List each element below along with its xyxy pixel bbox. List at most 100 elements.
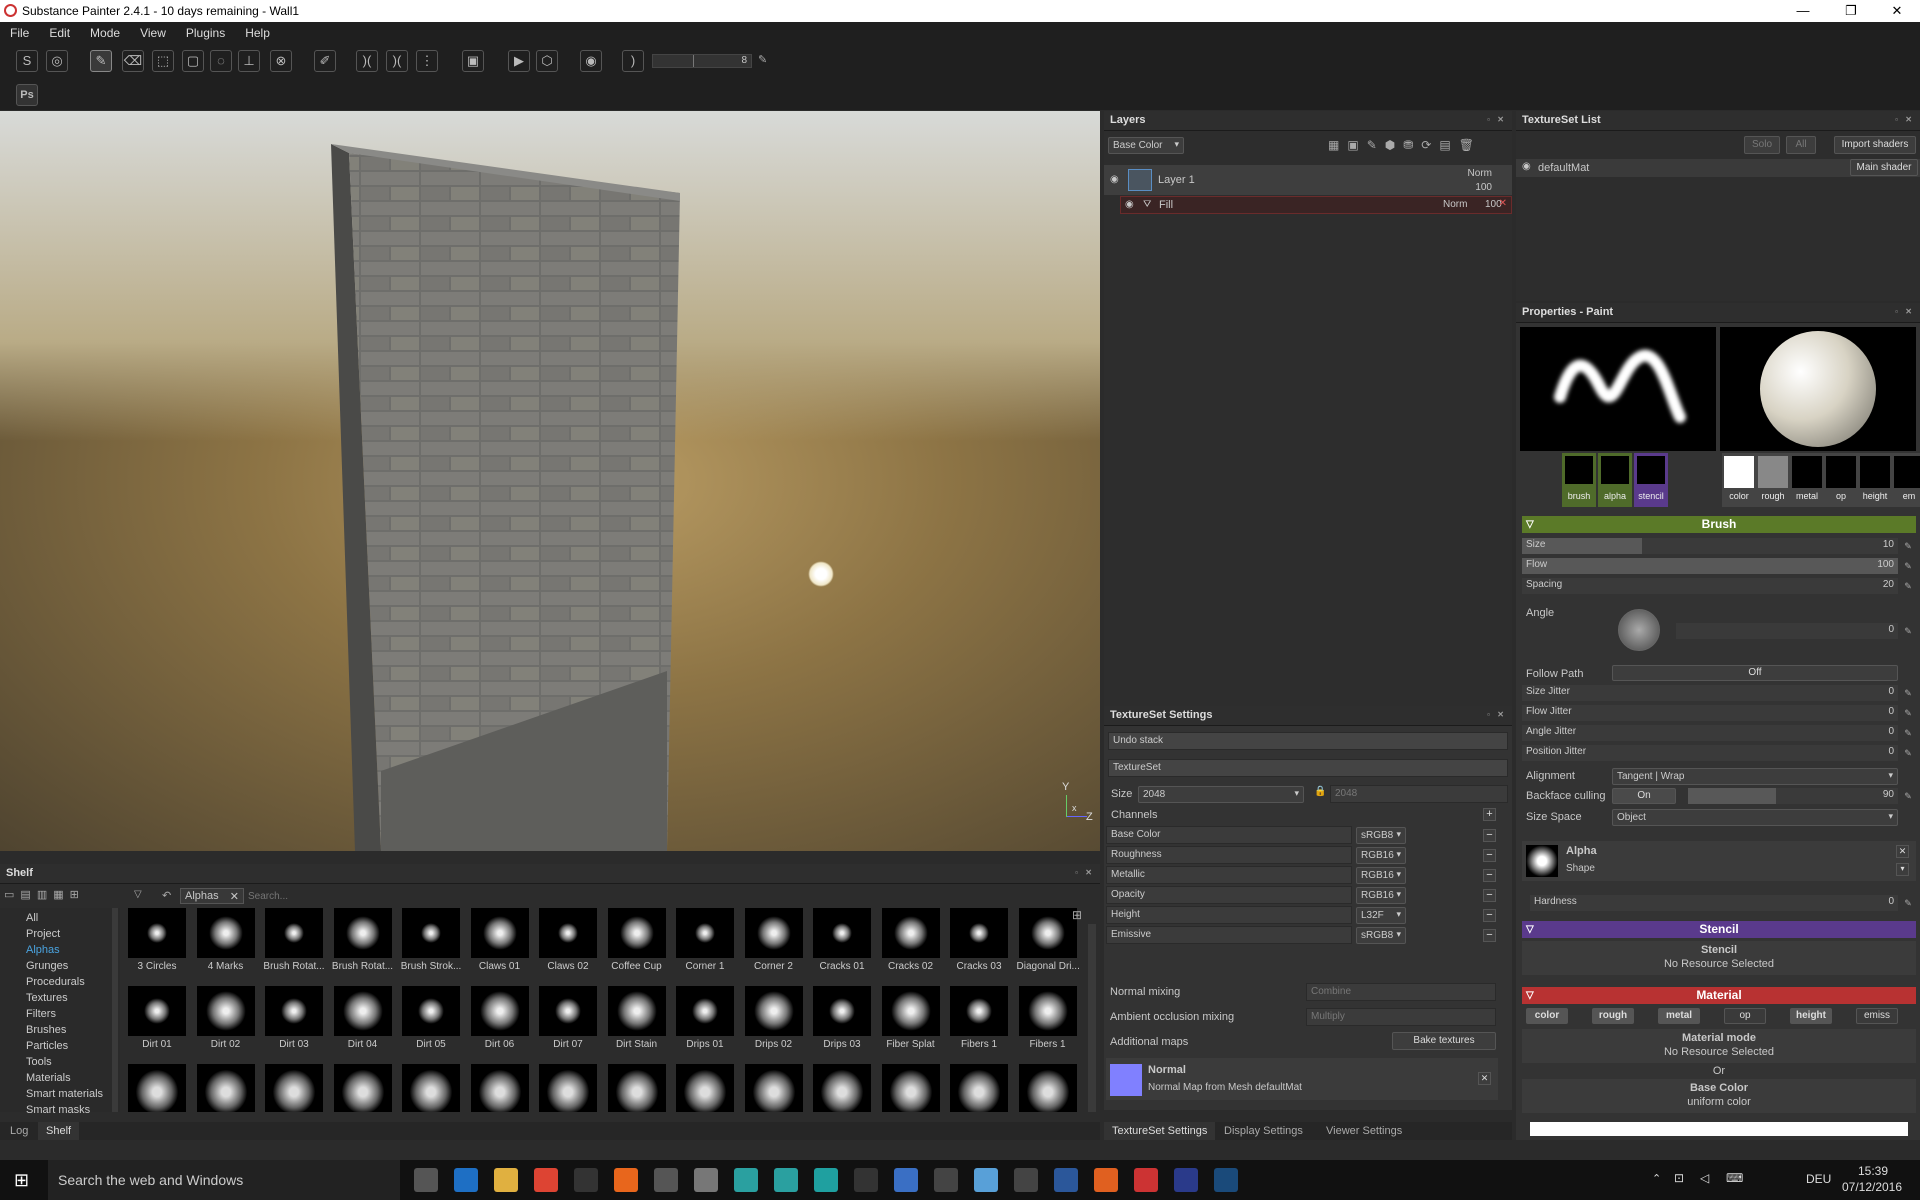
layer-blend[interactable]: Norm [1468,168,1492,179]
add-mask-icon[interactable]: ▦ [1328,138,1347,152]
firefox-icon[interactable] [614,1168,638,1192]
bake-textures-button[interactable]: Bake textures [1392,1032,1496,1050]
flow-pen-icon[interactable]: ✎ [1902,560,1914,572]
photoshop-icon[interactable] [1174,1168,1198,1192]
size-pen-icon[interactable]: ✎ [1902,540,1914,552]
color-picker-icon[interactable]: ✐ [314,50,336,72]
houdini-icon[interactable] [1094,1168,1118,1192]
float-icon[interactable]: ▫ [1895,307,1898,316]
shelf-item[interactable]: Corner 1 [674,908,736,972]
channel-format-dropdown[interactable]: RGB16 [1356,887,1406,904]
category-scrollbar[interactable] [112,908,118,1112]
alpha-options-icon[interactable]: ▾ [1896,863,1909,876]
xnview-icon[interactable] [894,1168,918,1192]
video-icon[interactable]: ▶ [508,50,530,72]
shelf-item[interactable]: 3 Circles [126,908,188,972]
category-particles[interactable]: Particles [26,1040,68,1052]
shelf-item[interactable]: Brush Strok... [400,908,462,972]
eraser-icon[interactable]: ⌫ [122,50,144,72]
tile-color[interactable]: color [1722,453,1756,507]
epic-icon[interactable] [934,1168,958,1192]
new-folder-icon[interactable]: ▤ [20,889,36,901]
category-grunges[interactable]: Grunges [26,960,68,972]
tray-speaker-icon[interactable]: ◁ [1700,1171,1709,1185]
chrome-icon[interactable] [534,1168,558,1192]
shader-button[interactable]: Main shader [1850,159,1918,176]
fill-layer-icon[interactable]: ⬢ [1385,138,1403,152]
clone-icon[interactable]: ⊥ [238,50,260,72]
textureset-visibility-icon[interactable]: ◉ [1522,161,1531,172]
instance-icon[interactable]: ⟳ [1421,138,1439,152]
tile-metal[interactable]: metal [1790,453,1824,507]
shelf-item[interactable]: Corner 2 [743,908,805,972]
shelf-item[interactable]: Dirt 02 [195,986,257,1050]
angle-slider[interactable]: 0 [1676,623,1898,639]
app7-icon[interactable] [654,1168,678,1192]
add-icon[interactable]: ⊞ [70,889,85,901]
shelf-item[interactable] [1017,1064,1079,1112]
shelf-item[interactable] [811,1064,873,1112]
material-chip-color[interactable]: color [1526,1008,1568,1024]
max-icon[interactable] [774,1168,798,1192]
brush-section-header[interactable]: ▽ Brush [1522,516,1916,533]
shelf-item[interactable]: Dirt Stain [606,986,668,1050]
close-panel-icon[interactable]: ✕ [1905,307,1912,316]
all-button[interactable]: All [1786,136,1816,154]
undo-stack[interactable]: Undo stack [1108,732,1508,750]
tile-brush[interactable]: brush [1562,453,1596,507]
remove-channel-button[interactable]: − [1483,849,1496,862]
fill-visibility-icon[interactable]: ◉ [1125,199,1134,210]
shelf-item[interactable] [469,1064,531,1112]
tab-log[interactable]: Log [10,1125,28,1137]
shelf-item[interactable]: Cracks 02 [880,908,942,972]
alpha-slot[interactable]: Alpha Shape ✕ ▾ [1522,841,1916,881]
close-panel-icon[interactable]: ✕ [1085,868,1092,877]
symmetry-y-icon[interactable]: ⋮ [416,50,438,72]
channel-dropdown[interactable]: Base Color [1108,137,1184,154]
shelf-search-input[interactable] [248,888,548,904]
shelf-item[interactable] [332,1064,394,1112]
shelf-item[interactable] [948,1064,1010,1112]
folder-open-icon[interactable]: ▭ [4,889,20,901]
obs-icon[interactable] [854,1168,878,1192]
projection-icon[interactable]: ⬚ [152,50,174,72]
tile-rough[interactable]: rough [1756,453,1790,507]
follow-path-toggle[interactable]: Off [1612,665,1898,681]
jitter-slider[interactable]: Size Jitter 0 [1522,685,1898,701]
word-icon[interactable] [1054,1168,1078,1192]
camera-view-icon[interactable]: ▣ [462,50,484,72]
menu-mode[interactable]: Mode [80,22,130,40]
category-all[interactable]: All [26,912,38,924]
filter-chip[interactable]: Alphas ✕ [180,888,244,904]
shelf-item[interactable] [400,1064,462,1112]
remove-channel-button[interactable]: − [1483,909,1496,922]
tray-keyboard-icon[interactable]: ⌨ [1726,1171,1743,1185]
shelf-item[interactable]: Dirt 05 [400,986,462,1050]
grid-view-icon[interactable]: ⊞ [1072,908,1082,922]
channel-format-dropdown[interactable]: RGB16 [1356,847,1406,864]
polygon-fill-icon[interactable]: ▢ [182,50,204,72]
tab-textureset-settings[interactable]: TextureSet Settings [1104,1122,1216,1140]
pencil-icon[interactable]: ✎ [758,53,767,66]
task-view-icon[interactable] [414,1168,438,1192]
remove-channel-button[interactable]: − [1483,889,1496,902]
maximize-button[interactable]: ❐ [1834,2,1868,20]
spacing-slider[interactable]: Spacing 20 [1522,578,1898,594]
edge-icon[interactable] [454,1168,478,1192]
tile-em[interactable]: em [1892,453,1920,507]
fill-effect-row[interactable]: ◉ ⛛ Fill Norm 100 ✕ [1120,196,1512,214]
menu-plugins[interactable]: Plugins [176,22,235,40]
windows-start-icon[interactable]: ⊞ [14,1170,29,1191]
category-procedurals[interactable]: Procedurals [26,976,85,988]
maya-icon[interactable] [734,1168,758,1192]
stencil-section-header[interactable]: ▽ Stencil [1522,921,1916,938]
shelf-item[interactable]: Dirt 04 [332,986,394,1050]
shelf-item[interactable] [674,1064,736,1112]
hardness-pen-icon[interactable]: ✎ [1902,897,1914,909]
menu-file[interactable]: File [0,22,39,40]
spacing-pen-icon[interactable]: ✎ [1902,580,1914,592]
textureset-name[interactable]: defaultMat [1538,162,1589,174]
symmetry-icon[interactable]: )( [356,50,378,72]
material-mode-slot[interactable]: Material mode No Resource Selected [1522,1029,1916,1063]
jitter-slider[interactable]: Flow Jitter 0 [1522,705,1898,721]
